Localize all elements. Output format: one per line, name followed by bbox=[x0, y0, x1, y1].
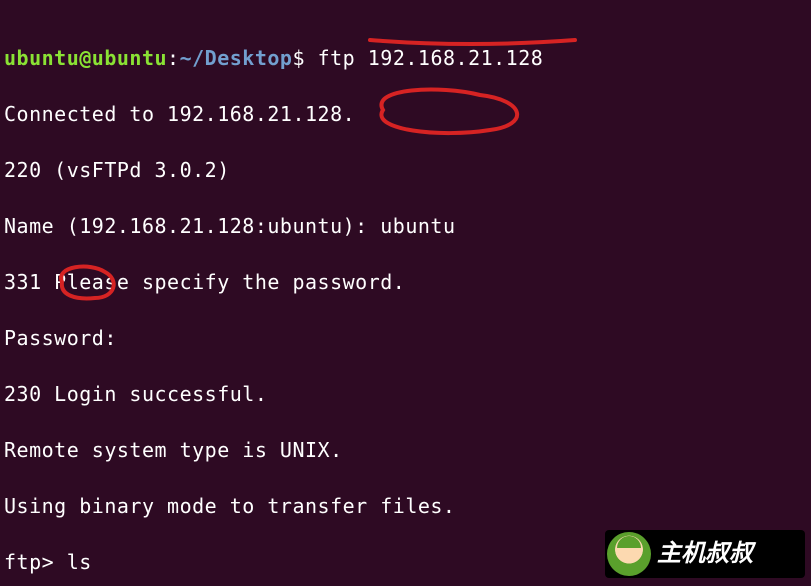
cmd-ftp: ftp bbox=[318, 46, 356, 70]
prompt-host: ubuntu bbox=[92, 46, 167, 70]
output-line: Remote system type is UNIX. bbox=[4, 436, 811, 464]
output-line: Connected to 192.168.21.128. bbox=[4, 100, 811, 128]
login-name: ubuntu bbox=[380, 214, 455, 238]
output-line: Name (192.168.21.128:ubuntu): ubuntu bbox=[4, 212, 811, 240]
prompt-line: ubuntu@ubuntu:~/Desktop$ ftp 192.168.21.… bbox=[4, 44, 811, 72]
output-line: 220 (vsFTPd 3.0.2) bbox=[4, 156, 811, 184]
prompt-user: ubuntu bbox=[4, 46, 79, 70]
watermark-text: 主机叔叔 bbox=[657, 540, 753, 568]
ftp-prompt: ftp> bbox=[4, 550, 54, 574]
prompt-path: ~/Desktop bbox=[180, 46, 293, 70]
output-line: Using binary mode to transfer files. bbox=[4, 492, 811, 520]
output-line: Password: bbox=[4, 324, 811, 352]
output-line: 331 Please specify the password. bbox=[4, 268, 811, 296]
output-line: 230 Login successful. bbox=[4, 380, 811, 408]
terminal-output[interactable]: ubuntu@ubuntu:~/Desktop$ ftp 192.168.21.… bbox=[4, 16, 811, 586]
ftp-ip: 192.168.21.128 bbox=[368, 46, 544, 70]
ftp-cmd-ls: ls bbox=[67, 550, 92, 574]
watermark: 主机叔叔 bbox=[605, 530, 805, 578]
watermark-avatar-icon bbox=[607, 532, 651, 576]
